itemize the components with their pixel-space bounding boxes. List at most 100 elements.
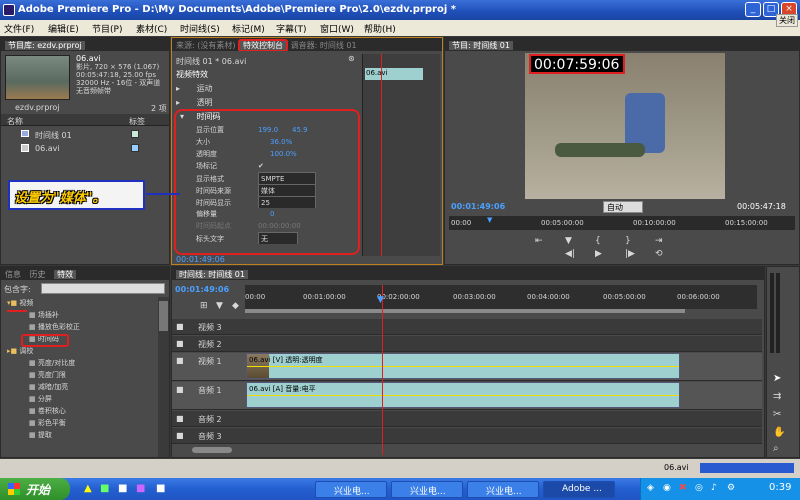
taskbar-item-active[interactable]: Adobe ...	[543, 481, 615, 498]
quicklaunch-icon[interactable]: ▲	[84, 483, 92, 494]
program-ruler[interactable]: 00:00 00:05:00:00 00:10:00:00 00:15:00:0…	[449, 216, 795, 230]
eye-icon[interactable]: ■	[176, 322, 184, 331]
program-video-frame[interactable]	[525, 53, 725, 199]
param-value[interactable]: 36.0%	[270, 138, 292, 146]
label-color-swatch[interactable]	[131, 144, 139, 152]
effects-search-input[interactable]	[41, 283, 165, 294]
menu-edit[interactable]: 编辑(E)	[48, 22, 79, 35]
taskbar-item[interactable]: 兴业电...	[315, 481, 387, 498]
work-area-bar[interactable]	[245, 309, 685, 313]
timecode-display-dropdown[interactable]: 25	[258, 196, 316, 208]
menu-marker[interactable]: 标记(M)	[232, 22, 265, 35]
column-name[interactable]: 名称	[7, 116, 23, 127]
speaker-icon[interactable]: ■	[176, 431, 184, 440]
menu-window[interactable]: 窗口(W)	[320, 22, 354, 35]
effect-clip-bar[interactable]: 06.avi	[365, 68, 423, 80]
tree-item-split-screen[interactable]: ▦ 分屏	[1, 393, 157, 405]
project-tab[interactable]: 节目库: ezdv.prproj	[5, 41, 85, 50]
tab-effects[interactable]: 特效	[54, 270, 77, 279]
track-select-tool-icon[interactable]: ⇉	[773, 391, 781, 402]
mark-in-icon[interactable]: ⇤	[535, 236, 543, 246]
tray-icon[interactable]: ◎	[695, 483, 703, 493]
volume-rubber-band[interactable]	[247, 395, 679, 396]
tree-item-threshold[interactable]: ▦ 亮度门限	[1, 369, 157, 381]
panel-menu-icon[interactable]: ⊛	[348, 54, 355, 63]
effect-playhead[interactable]	[381, 54, 382, 256]
start-button[interactable]: 开始	[0, 478, 70, 500]
selection-tool-icon[interactable]: ➤	[773, 373, 781, 384]
marker-icon[interactable]: ▼	[565, 236, 572, 246]
video-clip[interactable]: 06.avi [V] 透明:透明度	[246, 353, 680, 379]
keyframe-icon[interactable]: ◆	[232, 301, 239, 311]
tree-item-burn-dodge[interactable]: ▦ 减暗/加亮	[1, 381, 157, 393]
effect-opacity-row[interactable]: ▸ 透明	[176, 97, 359, 108]
param-value[interactable]: 199.0	[258, 124, 292, 136]
tab-audio-mixer[interactable]: 调音器: 时间线 01	[291, 41, 357, 50]
quicklaunch-icon[interactable]: ■	[156, 483, 165, 494]
timeline-current-time[interactable]: 00:01:49:06	[175, 285, 229, 294]
minimize-button[interactable]: _	[745, 2, 761, 17]
track-audio-1[interactable]: ■ 音频 1 06.avi [A] 音量:电平	[172, 382, 762, 410]
menu-sequence[interactable]: 时间线(S)	[180, 22, 220, 35]
track-video-3[interactable]: ■ 视频 3	[172, 319, 762, 335]
param-value[interactable]: 0	[270, 210, 274, 218]
track-audio-2[interactable]: ■ 音频 2	[172, 411, 762, 427]
label-color-swatch[interactable]	[131, 130, 139, 138]
tab-source[interactable]: 来源: (没有素材)	[176, 41, 235, 50]
playhead-icon[interactable]: ▼	[487, 216, 492, 224]
scrollbar-thumb[interactable]	[159, 301, 168, 331]
tree-item-brightness-contrast[interactable]: ▦ 亮度/对比度	[1, 357, 157, 369]
menu-title[interactable]: 字幕(T)	[276, 22, 307, 35]
effect-controls-time[interactable]: 00:01:49:06	[176, 255, 225, 264]
menu-help[interactable]: 帮助(H)	[364, 22, 396, 35]
tab-info[interactable]: 信息	[5, 270, 21, 279]
zoom-slider[interactable]	[192, 447, 232, 453]
project-item-clip[interactable]: 06.avi	[1, 143, 169, 155]
menu-file[interactable]: 文件(F)	[4, 22, 34, 35]
format-dropdown[interactable]: SMPTE	[258, 172, 316, 184]
effect-timecode-row[interactable]: ▾ 时间码	[180, 111, 356, 122]
playhead-handle-icon[interactable]: ▼	[377, 295, 384, 305]
step-forward-icon[interactable]: |▶	[625, 249, 635, 259]
tab-history[interactable]: 历史	[30, 270, 46, 279]
timeline-ruler[interactable]: 00:00 00:01:00:00 00:02:00:00 00:03:00:0…	[245, 285, 757, 309]
tree-folder-video[interactable]: ▾■ 视频	[1, 297, 157, 309]
program-tab[interactable]: 节目: 时间线 01	[449, 41, 513, 50]
effect-keyframe-area[interactable]: 06.avi	[362, 54, 440, 256]
loop-icon[interactable]: ⟲	[655, 249, 663, 259]
expand-arrow-icon[interactable]: ▸	[176, 84, 180, 93]
param-value-y[interactable]: 45.9	[292, 126, 308, 134]
field-marks-checkbox[interactable]: ✔	[258, 162, 264, 170]
tree-item-color-balance[interactable]: ▦ 彩色平衡	[1, 417, 157, 429]
menu-clip[interactable]: 素材(C)	[136, 22, 167, 35]
tray-icon[interactable]: ♪	[711, 483, 717, 493]
tray-icon[interactable]: ◉	[663, 483, 671, 493]
goto-in-icon[interactable]: {	[595, 236, 601, 246]
track-audio-3[interactable]: ■ 音频 3	[172, 428, 762, 444]
effect-motion-row[interactable]: ▸ 运动	[176, 83, 359, 94]
param-value[interactable]: 00:00:00:00	[258, 222, 301, 230]
timecode-source-dropdown[interactable]: 媒体	[258, 184, 316, 196]
tree-item-extract[interactable]: ▦ 提取	[1, 429, 157, 441]
zoom-fit-dropdown[interactable]: 自动	[603, 201, 643, 213]
tab-effect-controls[interactable]: 特效控制台	[238, 39, 289, 51]
track-video-1[interactable]: ■ 视频 1 06.avi [V] 透明:透明度	[172, 353, 762, 381]
tray-icon[interactable]: ✖	[679, 483, 687, 493]
marker-add-icon[interactable]: ▼	[216, 301, 223, 311]
opacity-rubber-band[interactable]	[247, 366, 679, 367]
taskbar-item[interactable]: 兴业电...	[391, 481, 463, 498]
taskbar-item[interactable]: 兴业电...	[467, 481, 539, 498]
eye-icon[interactable]: ■	[176, 339, 184, 348]
play-icon[interactable]: ▶	[595, 249, 602, 259]
quicklaunch-icon[interactable]: ■	[100, 483, 109, 494]
project-item-sequence[interactable]: 时间线 01	[1, 129, 169, 141]
expand-arrow-icon[interactable]: ▾	[180, 112, 184, 121]
tree-item-convolution[interactable]: ▦ 卷积核心	[1, 405, 157, 417]
step-back-icon[interactable]: ◀|	[565, 249, 575, 259]
program-current-time[interactable]: 00:01:49:06	[451, 202, 505, 211]
speaker-icon[interactable]: ■	[176, 385, 184, 394]
goto-out-icon[interactable]: }	[625, 236, 631, 246]
audio-clip[interactable]: 06.avi [A] 音量:电平	[246, 382, 680, 408]
timeline-playhead[interactable]	[382, 285, 383, 455]
hand-tool-icon[interactable]: ✋	[773, 427, 785, 438]
